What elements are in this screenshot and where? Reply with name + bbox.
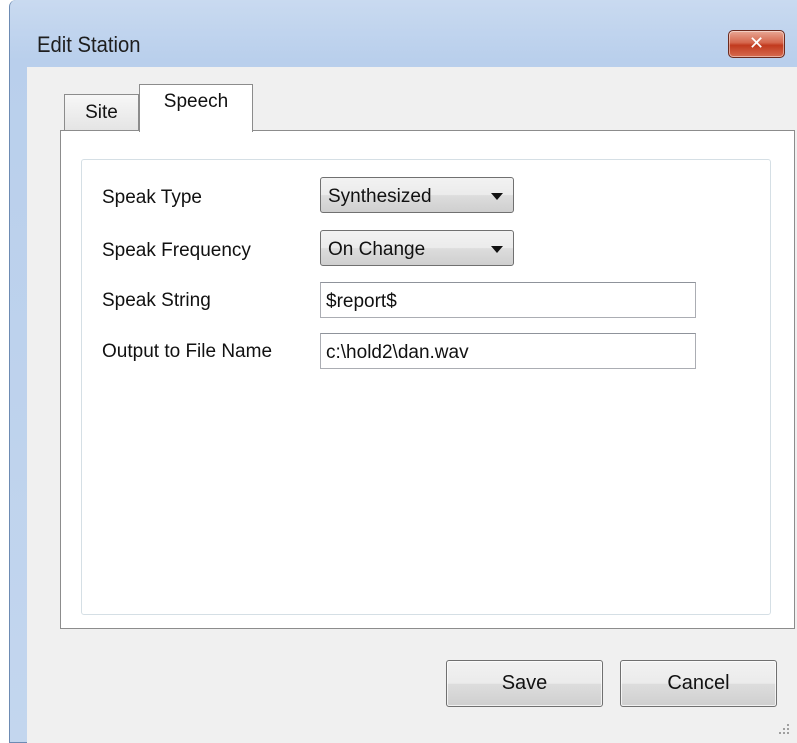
speak-type-dropdown[interactable]: Synthesized (320, 177, 514, 213)
speak-type-label: Speak Type (102, 187, 203, 208)
window-title: Edit Station (37, 32, 141, 57)
resize-grip-icon[interactable] (778, 723, 790, 735)
speech-tab-panel: Speak Type Synthesized Speak Frequency O… (60, 130, 795, 629)
close-icon: ✕ (748, 33, 765, 54)
tab-site[interactable]: Site (64, 94, 139, 131)
title-bar[interactable]: Edit Station ✕ (10, 0, 797, 58)
speech-settings-group: Speak Type Synthesized Speak Frequency O… (81, 159, 771, 615)
speak-frequency-value: On Change (328, 239, 426, 260)
close-button[interactable]: ✕ (728, 30, 785, 58)
cancel-button[interactable]: Cancel (620, 660, 777, 707)
output-file-label: Output to File Name (102, 341, 273, 362)
chevron-down-icon (491, 246, 503, 253)
dialog-body: Site Speech Speak Type Synthesized Speak… (27, 67, 797, 743)
speak-type-value: Synthesized (328, 186, 432, 207)
edit-station-dialog: Edit Station ✕ Site Speech Speak Type Sy… (9, 0, 797, 743)
speak-frequency-dropdown[interactable]: On Change (320, 230, 514, 266)
tab-speech-label: Speech (163, 91, 229, 112)
tab-speech[interactable]: Speech (139, 84, 253, 132)
speak-frequency-label: Speak Frequency (102, 240, 251, 261)
tab-site-label: Site (85, 102, 118, 123)
speak-string-input[interactable]: $report$ (320, 282, 696, 318)
chevron-down-icon (491, 193, 503, 200)
speak-string-value: $report$ (326, 291, 397, 312)
save-button[interactable]: Save (446, 660, 603, 707)
speak-string-label: Speak String (102, 290, 211, 311)
output-file-input[interactable]: c:\hold2\dan.wav (320, 333, 696, 369)
output-file-value: c:\hold2\dan.wav (326, 342, 469, 363)
